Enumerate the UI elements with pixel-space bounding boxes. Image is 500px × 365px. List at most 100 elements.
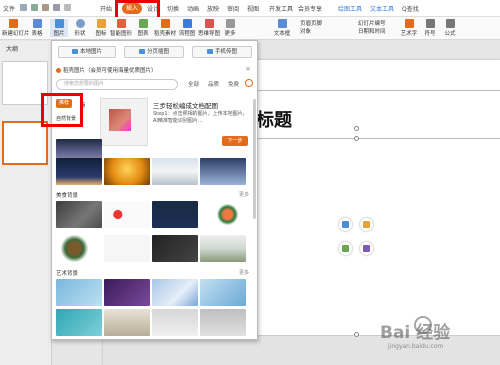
icons-label: 图标 [95, 31, 107, 37]
shape-label: 形状 [74, 31, 86, 37]
picture-thumbnail[interactable] [56, 235, 102, 262]
picture-thumbnail[interactable] [104, 279, 150, 306]
watermark-brand: Bai 经验 [380, 323, 451, 343]
slide-number-label: 幻灯片编号 [358, 21, 386, 27]
date-time-label: 日期和时间 [358, 29, 386, 35]
more-icon [225, 19, 235, 28]
tab-view[interactable]: 视图 [247, 4, 259, 13]
picture-thumbnail[interactable] [152, 309, 198, 336]
section-food-more[interactable]: 更多 [239, 191, 249, 198]
tab-file[interactable]: 文件 [3, 4, 15, 13]
picture-thumbnail[interactable] [200, 235, 246, 262]
tab-animation[interactable]: 动画 [187, 4, 199, 13]
tab-outline[interactable]: 大纲 [6, 44, 18, 53]
wordart-button[interactable]: 艺术字 [400, 19, 418, 37]
docer-notice: 稻壳图片（会员可使用海量优质图片） [56, 66, 157, 74]
new-slide-button[interactable]: 新建幻灯片 [2, 19, 30, 37]
close-icon[interactable]: × [245, 65, 251, 73]
textbox-label: 文本框 [273, 31, 291, 37]
picture-thumbnail[interactable] [56, 201, 102, 228]
picture-thumbnail[interactable] [152, 235, 198, 262]
picture-thumbnail[interactable] [152, 201, 198, 228]
flowchart-icon [182, 19, 192, 28]
picture-thumbnail[interactable] [152, 158, 198, 185]
filter-free[interactable]: 免费 [228, 80, 239, 88]
resize-handle-bottom[interactable] [354, 332, 359, 337]
tab-slideshow[interactable]: 放映 [207, 4, 219, 13]
resize-handle-top[interactable] [354, 136, 359, 141]
local-picture-button[interactable]: 本地图片 [58, 46, 116, 58]
undo-icon[interactable] [42, 4, 49, 11]
slide-thumbnail-2[interactable] [2, 121, 48, 165]
dropdown-icon[interactable] [64, 4, 71, 11]
textbox-icon [277, 19, 287, 28]
shape-button[interactable]: 形状 [71, 19, 89, 37]
tab-home[interactable]: 开始 [100, 4, 112, 13]
print-icon[interactable] [31, 4, 38, 11]
tab-member[interactable]: 会员专享 [298, 4, 322, 13]
insert-table-placeholder[interactable] [339, 242, 352, 255]
symbol-button[interactable]: 符号 [422, 19, 438, 37]
slide-number-button[interactable]: 幻灯片编号 日期和时间 [358, 19, 398, 35]
save-icon[interactable] [20, 4, 27, 11]
picture-thumbnail[interactable] [152, 279, 198, 306]
chart-button[interactable]: 图表 [134, 19, 152, 37]
smartart-icon [116, 19, 126, 28]
table-button[interactable]: 表格 [28, 19, 46, 37]
section-art-background: 艺术背景 [56, 271, 79, 277]
promo-description: Step1：点击照相的图片，上传本地图片，AI精准智能识别图片… [153, 111, 248, 124]
local-picture-label: 本地图片 [79, 49, 102, 55]
tab-drawing-tools[interactable]: 绘图工具 [338, 4, 362, 13]
picture-thumbnail[interactable] [56, 309, 102, 336]
icons-button[interactable]: 图标 [92, 19, 110, 37]
picture-thumbnail[interactable] [200, 279, 246, 306]
filter-all[interactable]: 全部 [188, 80, 199, 88]
table-icon [32, 19, 42, 28]
picture-thumbnail[interactable] [104, 309, 150, 336]
filter-quality[interactable]: 品质 [208, 80, 219, 88]
camera-icon[interactable] [245, 79, 253, 87]
textbox-button[interactable]: 文本框 [272, 19, 292, 37]
tab-developer[interactable]: 开发工具 [269, 4, 293, 13]
picture-thumbnail[interactable] [56, 158, 102, 185]
symbol-icon [425, 19, 435, 28]
phone-picture-button[interactable]: 手机传图 [192, 46, 252, 58]
insert-chart-placeholder[interactable] [360, 218, 373, 231]
new-slide-icon [8, 19, 18, 28]
section-food-background: 美食背景 [56, 193, 79, 199]
search-box[interactable]: Q查找 [402, 4, 419, 13]
picture-thumbnail[interactable] [200, 201, 246, 228]
shape-icon [75, 19, 85, 28]
smartart-button[interactable]: 智能图形 [110, 19, 132, 37]
formula-button[interactable]: 公式 [442, 19, 458, 37]
mindmap-button[interactable]: 思维导图 [198, 19, 220, 37]
insert-picture-placeholder[interactable] [339, 218, 352, 231]
object-label: 对象 [300, 29, 312, 35]
redo-icon[interactable] [53, 4, 60, 11]
dropdown-scrollbar[interactable] [253, 99, 256, 219]
picture-thumbnail[interactable] [200, 158, 246, 185]
more-button[interactable]: 更多 [222, 19, 238, 37]
slide-title[interactable]: 标题 [256, 106, 292, 132]
picture-thumbnail[interactable] [200, 309, 246, 336]
phone-icon [206, 49, 213, 54]
picture-thumbnail[interactable] [56, 279, 102, 306]
section-art-more[interactable]: 更多 [239, 269, 249, 276]
tab-transition[interactable]: 切换 [167, 4, 179, 13]
tab-review[interactable]: 审阅 [227, 4, 239, 13]
split-picture-button[interactable]: 分页插图 [124, 46, 184, 58]
picture-label: 图片 [53, 31, 65, 37]
docer-material-button[interactable]: 稻壳素材 [154, 19, 176, 37]
promo-next-button[interactable]: 下一步 [222, 136, 248, 146]
picture-thumbnail[interactable] [104, 158, 150, 185]
picture-thumbnail[interactable] [104, 201, 150, 228]
tab-text-tools[interactable]: 文本工具 [370, 4, 394, 13]
header-footer-button[interactable]: 页眉页脚 对象 [300, 19, 360, 35]
picture-thumbnail[interactable] [104, 235, 150, 262]
flowchart-button[interactable]: 流程图 [178, 19, 196, 37]
picture-search-input[interactable]: 搜索您想要的图片 [56, 79, 178, 90]
insert-media-placeholder[interactable] [360, 242, 373, 255]
rotate-handle[interactable] [354, 126, 359, 131]
ribbon-tab-row: 文件 开始 插入 设计 切换 动画 放映 审阅 视图 开发工具 会员专享 绘图工… [0, 0, 500, 17]
picture-button[interactable]: 图片 [50, 19, 68, 37]
